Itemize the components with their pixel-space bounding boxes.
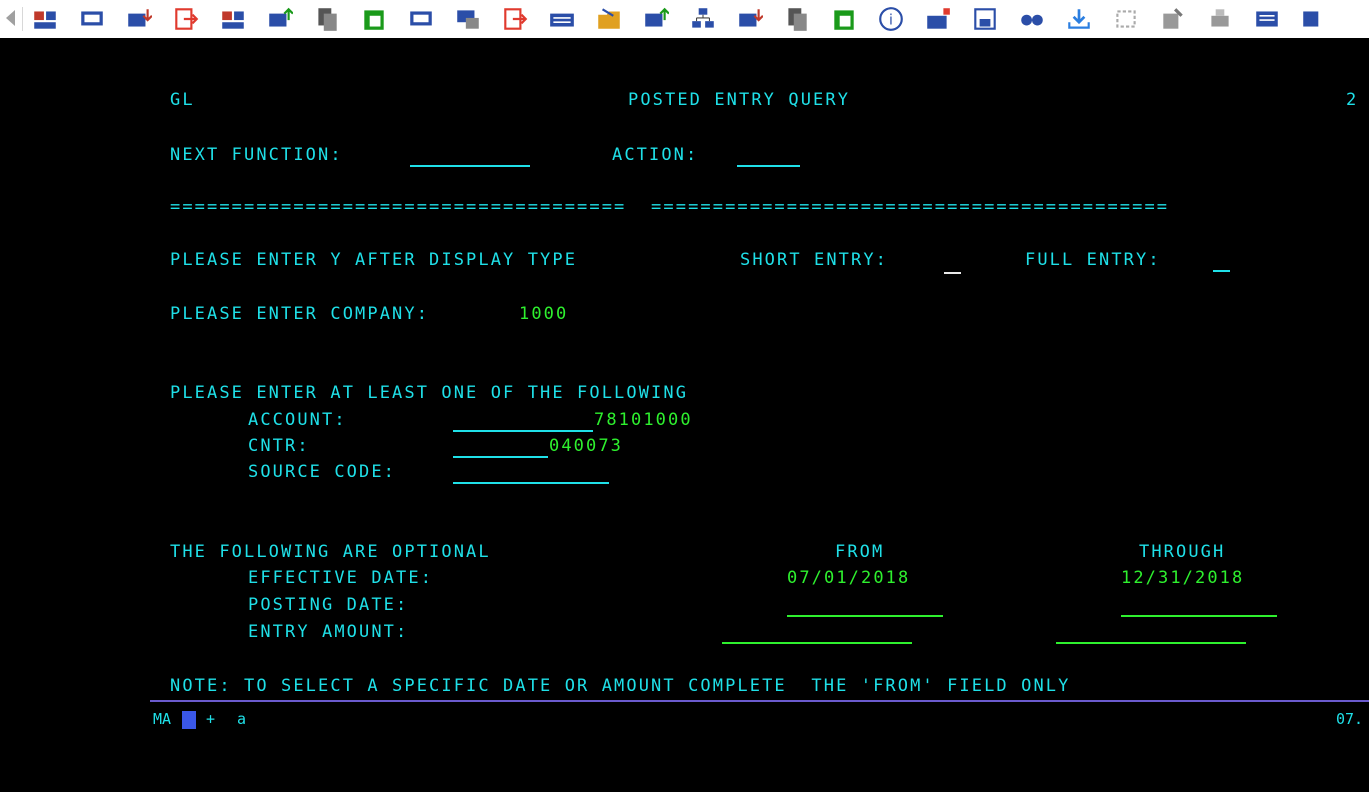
info-icon[interactable]: i	[878, 5, 904, 33]
full-entry-input[interactable]	[1213, 250, 1230, 272]
account-input[interactable]: 78101000	[594, 410, 693, 430]
folder-icon[interactable]	[596, 5, 622, 33]
oia-indicator: a	[237, 710, 247, 728]
screen-title: POSTED ENTRY QUERY	[628, 90, 851, 110]
through-header: THROUGH	[1139, 542, 1226, 562]
network-icon[interactable]	[690, 5, 716, 33]
scroll-left-icon[interactable]	[6, 10, 15, 26]
screen-icon[interactable]	[79, 5, 105, 33]
account-input-underline[interactable]	[453, 410, 593, 432]
exit-icon[interactable]	[502, 5, 528, 33]
posting-date-from-input[interactable]	[787, 595, 943, 617]
keymap-icon[interactable]	[1254, 5, 1280, 33]
at-least-one-label: PLEASE ENTER AT LEAST ONE OF THE FOLLOWI…	[170, 383, 689, 403]
macro-icon[interactable]	[925, 5, 951, 33]
more-icon[interactable]	[1301, 5, 1327, 33]
optional-label: THE FOLLOWING ARE OPTIONAL	[170, 542, 491, 562]
receive-icon[interactable]	[1066, 5, 1092, 33]
cursor-indicator	[182, 711, 196, 729]
account-label: ACCOUNT:	[248, 410, 347, 430]
link-icon[interactable]	[1019, 5, 1045, 33]
upload-icon[interactable]	[643, 5, 669, 33]
entry-amount-through-input[interactable]	[1056, 622, 1246, 644]
from-header: FROM	[835, 542, 885, 562]
settings-icon[interactable]	[1113, 5, 1139, 33]
keyboard-icon[interactable]	[549, 5, 575, 33]
short-entry-label: SHORT ENTRY:	[740, 250, 889, 270]
full-entry-label: FULL ENTRY:	[1025, 250, 1161, 270]
effective-date-from-input[interactable]: 07/01/2018	[787, 568, 910, 588]
system-id: GL	[170, 90, 195, 110]
source-code-input[interactable]	[453, 462, 609, 484]
toolbar: i	[0, 0, 1369, 39]
corner-text: 2	[1346, 90, 1359, 110]
separator-line: ===================================== ==…	[170, 197, 1170, 217]
cntr-label: CNTR:	[248, 436, 310, 456]
next-function-label: NEXT FUNCTION:	[170, 145, 343, 165]
screen-copy-icon[interactable]	[455, 5, 481, 33]
effective-date-label: EFFECTIVE DATE:	[248, 568, 434, 588]
transfer-icon[interactable]	[32, 5, 58, 33]
next-function-input[interactable]	[410, 145, 530, 167]
oia-mode: MA	[153, 710, 172, 728]
oia-plus: +	[206, 710, 216, 728]
edit-icon[interactable]	[1160, 5, 1186, 33]
cntr-input[interactable]: 040073	[549, 436, 623, 456]
save-icon[interactable]	[972, 5, 998, 33]
company-input[interactable]: 1000	[519, 304, 568, 324]
posting-date-label: POSTING DATE:	[248, 595, 409, 615]
terminal-screen: GL POSTED ENTRY QUERY 2 NEXT FUNCTION: A…	[0, 38, 1369, 792]
toolbar-separator	[22, 7, 23, 31]
copy-icon[interactable]	[314, 5, 340, 33]
download-icon[interactable]	[126, 5, 152, 33]
transfer-icon[interactable]	[220, 5, 246, 33]
cntr-input-underline[interactable]	[453, 436, 548, 458]
note-text: NOTE: TO SELECT A SPECIFIC DATE OR AMOUN…	[170, 676, 1071, 696]
action-label: ACTION:	[612, 145, 699, 165]
entry-amount-from-input[interactable]	[722, 622, 912, 644]
copy-icon[interactable]	[784, 5, 810, 33]
upload-icon[interactable]	[267, 5, 293, 33]
oia-right-text: 07.	[1336, 710, 1364, 728]
exit-icon[interactable]	[173, 5, 199, 33]
posting-date-through-input[interactable]	[1121, 595, 1277, 617]
screen-icon[interactable]	[408, 5, 434, 33]
paste-icon[interactable]	[361, 5, 387, 33]
entry-amount-label: ENTRY AMOUNT:	[248, 622, 409, 642]
svg-text:i: i	[889, 12, 893, 28]
company-label: PLEASE ENTER COMPANY:	[170, 304, 430, 324]
short-entry-input[interactable]	[944, 252, 961, 274]
print-icon[interactable]	[1207, 5, 1233, 33]
source-code-label: SOURCE CODE:	[248, 462, 397, 482]
download-icon[interactable]	[737, 5, 763, 33]
display-type-prompt: PLEASE ENTER Y AFTER DISPLAY TYPE	[170, 250, 578, 270]
effective-date-through-input[interactable]: 12/31/2018	[1121, 568, 1244, 588]
paste-icon[interactable]	[831, 5, 857, 33]
status-divider	[150, 700, 1369, 702]
action-input[interactable]	[737, 145, 800, 167]
